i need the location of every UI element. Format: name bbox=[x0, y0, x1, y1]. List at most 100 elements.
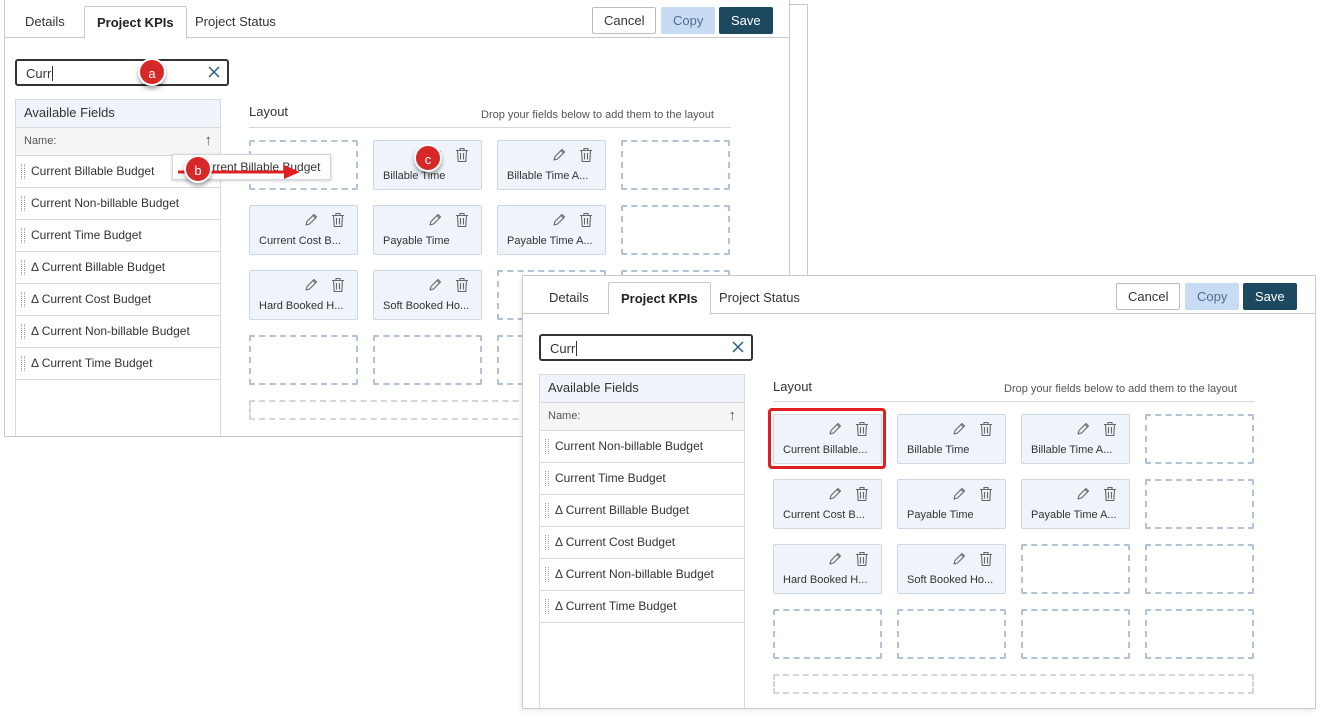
trash-icon[interactable] bbox=[1103, 486, 1117, 502]
tab-project-kpis[interactable]: Project KPIs bbox=[84, 6, 187, 39]
layout-empty-slot[interactable] bbox=[1145, 414, 1254, 464]
layout-empty-slot[interactable] bbox=[1021, 609, 1130, 659]
search-input[interactable]: Curr bbox=[15, 59, 229, 86]
pencil-icon[interactable] bbox=[427, 277, 443, 293]
field-list-item[interactable]: Current Non-billable Budget bbox=[16, 188, 220, 220]
trash-icon[interactable] bbox=[979, 551, 993, 567]
layout-empty-slot[interactable] bbox=[373, 335, 482, 385]
layout-dropzone[interactable] bbox=[773, 674, 1254, 694]
pencil-icon[interactable] bbox=[427, 212, 443, 228]
field-list-item[interactable]: Current Non-billable Budget bbox=[540, 431, 744, 463]
pencil-icon[interactable] bbox=[951, 421, 967, 437]
layout-field-card[interactable]: Billable Time bbox=[897, 414, 1006, 464]
tab-details[interactable]: Details bbox=[13, 6, 77, 38]
drag-handle-icon[interactable] bbox=[21, 292, 25, 307]
field-list-item[interactable]: Δ Current Non-billable Budget bbox=[540, 559, 744, 591]
pencil-icon[interactable] bbox=[1075, 421, 1091, 437]
sort-arrow-icon[interactable]: ↑ bbox=[729, 403, 737, 429]
drag-handle-icon[interactable] bbox=[21, 196, 25, 211]
field-list-item[interactable]: Current Time Budget bbox=[540, 463, 744, 495]
tab-details[interactable]: Details bbox=[537, 282, 601, 314]
pencil-icon[interactable] bbox=[827, 551, 843, 567]
layout-dropzone[interactable] bbox=[249, 400, 549, 420]
layout-empty-slot[interactable] bbox=[1145, 479, 1254, 529]
layout-empty-slot[interactable] bbox=[249, 335, 358, 385]
trash-icon[interactable] bbox=[331, 212, 345, 228]
trash-icon[interactable] bbox=[455, 147, 469, 163]
field-list-item[interactable]: Δ Current Cost Budget bbox=[540, 527, 744, 559]
drag-handle-icon[interactable] bbox=[545, 567, 549, 582]
trash-icon[interactable] bbox=[455, 277, 469, 293]
layout-field-card[interactable]: Billable Time A... bbox=[1021, 414, 1130, 464]
field-list-item[interactable]: Δ Current Time Budget bbox=[16, 348, 220, 380]
layout-field-card[interactable]: Current Cost B... bbox=[773, 479, 882, 529]
pencil-icon[interactable] bbox=[827, 486, 843, 502]
layout-empty-slot[interactable] bbox=[1145, 544, 1254, 594]
search-input[interactable]: Curr bbox=[539, 334, 753, 361]
trash-icon[interactable] bbox=[579, 212, 593, 228]
cancel-button[interactable]: Cancel bbox=[592, 7, 657, 34]
layout-empty-slot[interactable] bbox=[621, 140, 730, 190]
drag-handle-icon[interactable] bbox=[21, 228, 25, 243]
layout-empty-slot[interactable] bbox=[1021, 544, 1130, 594]
sort-by-name[interactable]: Name: ↑ bbox=[540, 403, 744, 431]
layout-field-card[interactable]: Hard Booked H... bbox=[773, 544, 882, 594]
trash-icon[interactable] bbox=[979, 421, 993, 437]
tab-project-kpis[interactable]: Project KPIs bbox=[608, 282, 711, 315]
save-button[interactable]: Save bbox=[719, 7, 773, 34]
drag-handle-icon[interactable] bbox=[545, 439, 549, 454]
layout-empty-slot[interactable] bbox=[621, 205, 730, 255]
pencil-icon[interactable] bbox=[551, 147, 567, 163]
drag-handle-icon[interactable] bbox=[545, 535, 549, 550]
sort-by-name[interactable]: Name: ↑ bbox=[16, 128, 220, 156]
layout-field-card[interactable]: Payable Time bbox=[373, 205, 482, 255]
layout-field-card[interactable]: Billable Time A... bbox=[497, 140, 606, 190]
layout-empty-slot[interactable] bbox=[773, 609, 882, 659]
pencil-icon[interactable] bbox=[551, 212, 567, 228]
layout-field-card[interactable]: Soft Booked Ho... bbox=[897, 544, 1006, 594]
pencil-icon[interactable] bbox=[951, 486, 967, 502]
drag-handle-icon[interactable] bbox=[545, 503, 549, 518]
sort-arrow-icon[interactable]: ↑ bbox=[205, 128, 213, 154]
layout-field-card[interactable]: Hard Booked H... bbox=[249, 270, 358, 320]
pencil-icon[interactable] bbox=[303, 277, 319, 293]
tab-project-status[interactable]: Project Status bbox=[707, 282, 812, 314]
copy-button[interactable]: Copy bbox=[661, 7, 716, 34]
field-list-item[interactable]: Δ Current Non-billable Budget bbox=[16, 316, 220, 348]
copy-button[interactable]: Copy bbox=[1185, 283, 1240, 310]
drag-handle-icon[interactable] bbox=[21, 356, 25, 371]
layout-field-card[interactable]: Payable Time A... bbox=[497, 205, 606, 255]
trash-icon[interactable] bbox=[1103, 421, 1117, 437]
trash-icon[interactable] bbox=[455, 212, 469, 228]
save-button[interactable]: Save bbox=[1243, 283, 1297, 310]
field-list-item[interactable]: Δ Current Time Budget bbox=[540, 591, 744, 623]
drag-handle-icon[interactable] bbox=[545, 471, 549, 486]
field-list-item[interactable]: Δ Current Cost Budget bbox=[16, 284, 220, 316]
trash-icon[interactable] bbox=[331, 277, 345, 293]
trash-icon[interactable] bbox=[855, 551, 869, 567]
trash-icon[interactable] bbox=[579, 147, 593, 163]
field-list-item[interactable]: Δ Current Billable Budget bbox=[540, 495, 744, 527]
layout-field-card[interactable]: Payable Time A... bbox=[1021, 479, 1130, 529]
trash-icon[interactable] bbox=[855, 486, 869, 502]
layout-field-card[interactable]: Payable Time bbox=[897, 479, 1006, 529]
drag-handle-icon[interactable] bbox=[21, 164, 25, 179]
layout-field-card[interactable]: Soft Booked Ho... bbox=[373, 270, 482, 320]
close-icon[interactable] bbox=[731, 340, 745, 354]
tab-project-status[interactable]: Project Status bbox=[183, 6, 288, 38]
field-list-item[interactable]: Δ Current Billable Budget bbox=[16, 252, 220, 284]
layout-empty-slot[interactable] bbox=[897, 609, 1006, 659]
drag-handle-icon[interactable] bbox=[545, 599, 549, 614]
drag-handle-icon[interactable] bbox=[21, 260, 25, 275]
field-list-item[interactable]: Current Time Budget bbox=[16, 220, 220, 252]
cancel-button[interactable]: Cancel bbox=[1116, 283, 1181, 310]
pencil-icon[interactable] bbox=[951, 551, 967, 567]
pencil-icon[interactable] bbox=[1075, 486, 1091, 502]
close-icon[interactable] bbox=[207, 65, 221, 79]
layout-field-card[interactable]: Current Cost B... bbox=[249, 205, 358, 255]
tab-bar: Details Project KPIs Project Status Canc… bbox=[5, 0, 789, 39]
trash-icon[interactable] bbox=[979, 486, 993, 502]
drag-handle-icon[interactable] bbox=[21, 324, 25, 339]
pencil-icon[interactable] bbox=[303, 212, 319, 228]
layout-empty-slot[interactable] bbox=[1145, 609, 1254, 659]
